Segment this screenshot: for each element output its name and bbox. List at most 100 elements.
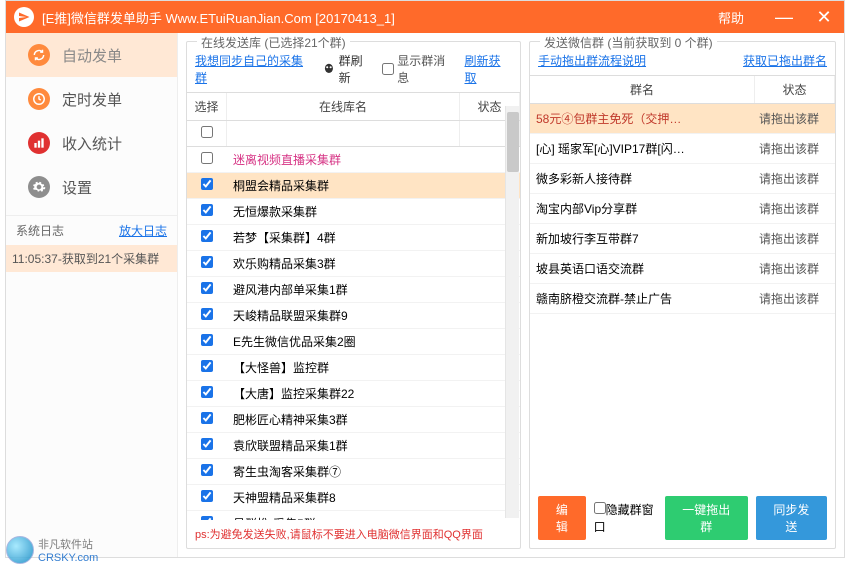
row-name: 若梦【采集群】4群 (227, 225, 460, 250)
nav-label: 收入统计 (62, 133, 122, 154)
log-header: 系统日志 放大日志 (6, 215, 177, 245)
row-name: 无恒爆款采集群 (227, 199, 460, 224)
library-row[interactable]: 袁欣联盟精品采集1群 (187, 433, 520, 459)
show-msg-checkbox[interactable]: 显示群消息 (382, 52, 456, 86)
watermark: 非凡软件站 CRSKY.com (6, 536, 98, 564)
get-dragged-names-link[interactable]: 获取已拖出群名 (743, 52, 827, 69)
help-button[interactable]: 帮助 (718, 8, 744, 27)
library-row[interactable]: 桐盟会精品采集群 (187, 173, 520, 199)
sync-icon (28, 44, 50, 66)
hide-window-checkbox[interactable]: 隐藏群窗口 (594, 501, 665, 535)
edit-button[interactable]: 编辑 (538, 496, 586, 540)
sync-send-button[interactable]: 同步发送 (756, 496, 827, 540)
send-groups-panel: 发送微信群 (当前获取到 0 个群) 手动拖出群流程说明 获取已拖出群名 群名 … (529, 41, 836, 549)
group-name: 赣南脐橙交流群-禁止广告 (530, 284, 753, 313)
expand-log-link[interactable]: 放大日志 (119, 222, 167, 239)
group-status: 请拖出该群 (753, 224, 835, 253)
group-refresh-button[interactable]: 群刷新 (322, 52, 374, 86)
library-row[interactable]: 若梦【采集群】4群 (187, 225, 520, 251)
group-row[interactable]: 淘宝内部Vip分享群请拖出该群 (530, 194, 835, 224)
nav-label: 定时发单 (62, 89, 122, 110)
group-row[interactable]: 58元④包群主免死（交押…请拖出该群 (530, 104, 835, 134)
minimize-button[interactable]: — (764, 7, 804, 28)
row-checkbox[interactable] (201, 438, 213, 450)
row-checkbox[interactable] (201, 464, 213, 476)
library-row[interactable]: 天峻精品联盟采集群9 (187, 303, 520, 329)
drag-flow-help-link[interactable]: 手动拖出群流程说明 (538, 52, 646, 69)
row-name: 桐盟会精品采集群 (227, 173, 460, 198)
library-row[interactable]: 寄生虫淘客采集群⑦ (187, 459, 520, 485)
refresh-get-link[interactable]: 刷新获取 (464, 52, 512, 86)
gear-icon (28, 176, 50, 198)
group-status: 请拖出该群 (753, 284, 835, 313)
row-checkbox[interactable] (201, 308, 213, 320)
group-status: 请拖出该群 (753, 104, 835, 133)
row-checkbox[interactable] (201, 152, 213, 164)
row-checkbox[interactable] (201, 490, 213, 502)
group-row[interactable]: 赣南脐橙交流群-禁止广告请拖出该群 (530, 284, 835, 314)
row-checkbox[interactable] (201, 282, 213, 294)
group-status: 请拖出该群 (753, 194, 835, 223)
panel-title: 在线发送库 (已选择21个群) (197, 34, 350, 51)
ps-note: ps:为避免发送失败,请鼠标不要进入电脑微信界面和QQ界面 (195, 526, 512, 542)
library-list[interactable]: 迷离视频直播采集群桐盟会精品采集群无恒爆款采集群若梦【采集群】4群欢乐购精品采集… (187, 147, 520, 520)
col-select: 选择 (187, 93, 227, 120)
close-button[interactable]: ✕ (804, 7, 844, 28)
nav-item-sync[interactable]: 自动发单 (6, 33, 177, 77)
library-row[interactable]: 易群推-采集5群 (187, 511, 520, 520)
group-name: 微多彩新人接待群 (530, 164, 753, 193)
clock-icon (28, 88, 50, 110)
library-row[interactable]: 避风港内部单采集1群 (187, 277, 520, 303)
library-row[interactable]: 【大唐】监控采集群22 (187, 381, 520, 407)
row-name: 天峻精品联盟采集群9 (227, 303, 460, 328)
row-name: 【大唐】监控采集群22 (227, 381, 460, 406)
group-list[interactable]: 58元④包群主免死（交押…请拖出该群[心] 瑶家军[心]VIP17群[闪…请拖出… (530, 104, 835, 488)
online-library-panel: 在线发送库 (已选择21个群) 我想同步自己的采集群 群刷新 显示群消息 刷新获… (186, 41, 521, 549)
watermark-url: CRSKY.com (38, 552, 98, 564)
library-row[interactable]: 肥彬匠心精神采集3群 (187, 407, 520, 433)
col-groupstatus: 状态 (755, 76, 835, 103)
library-row[interactable]: E先生微信优品采集2圈 (187, 329, 520, 355)
row-checkbox[interactable] (201, 386, 213, 398)
table-header: 群名 状态 (530, 75, 835, 104)
nav-item-stats[interactable]: 收入统计 (6, 121, 177, 165)
watermark-name: 非凡软件站 (38, 536, 98, 552)
group-row[interactable]: [心] 瑶家军[心]VIP17群[闪…请拖出该群 (530, 134, 835, 164)
col-groupname: 群名 (530, 76, 755, 103)
library-row[interactable]: 【大怪兽】监控群 (187, 355, 520, 381)
group-name: 58元④包群主免死（交押… (530, 104, 753, 133)
group-name: 坡县英语口语交流群 (530, 254, 753, 283)
group-name: [心] 瑶家军[心]VIP17群[闪… (530, 134, 753, 163)
group-row[interactable]: 新加坡行李互带群7请拖出该群 (530, 224, 835, 254)
row-checkbox[interactable] (201, 204, 213, 216)
group-status: 请拖出该群 (753, 164, 835, 193)
library-row[interactable]: 欢乐购精品采集3群 (187, 251, 520, 277)
row-name: 袁欣联盟精品采集1群 (227, 433, 460, 458)
drag-all-button[interactable]: 一键拖出群 (665, 496, 748, 540)
row-checkbox[interactable] (201, 178, 213, 190)
row-checkbox[interactable] (201, 256, 213, 268)
app-icon (14, 7, 34, 27)
sync-own-link[interactable]: 我想同步自己的采集群 (195, 52, 314, 86)
row-name: 易群推-采集5群 (227, 511, 460, 520)
nav-label: 设置 (62, 177, 92, 198)
group-row[interactable]: 坡县英语口语交流群请拖出该群 (530, 254, 835, 284)
nav-label: 自动发单 (62, 45, 122, 66)
nav-item-clock[interactable]: 定时发单 (6, 77, 177, 121)
group-row[interactable]: 微多彩新人接待群请拖出该群 (530, 164, 835, 194)
row-name: 肥彬匠心精神采集3群 (227, 407, 460, 432)
library-row[interactable]: 迷离视频直播采集群 (187, 147, 520, 173)
row-name: 【大怪兽】监控群 (227, 355, 460, 380)
window-title: [E推]微信群发单助手 Www.ETuiRuanJian.Com [201704… (42, 8, 718, 27)
nav-item-gear[interactable]: 设置 (6, 165, 177, 209)
row-checkbox[interactable] (201, 412, 213, 424)
row-checkbox[interactable] (201, 334, 213, 346)
row-checkbox[interactable] (201, 230, 213, 242)
scrollbar[interactable] (505, 106, 519, 518)
library-row[interactable]: 天神盟精品采集群8 (187, 485, 520, 511)
select-all-checkbox[interactable] (187, 121, 227, 146)
group-status: 请拖出该群 (753, 134, 835, 163)
library-row[interactable]: 无恒爆款采集群 (187, 199, 520, 225)
row-checkbox[interactable] (201, 360, 213, 372)
titlebar: [E推]微信群发单助手 Www.ETuiRuanJian.Com [201704… (6, 1, 844, 33)
